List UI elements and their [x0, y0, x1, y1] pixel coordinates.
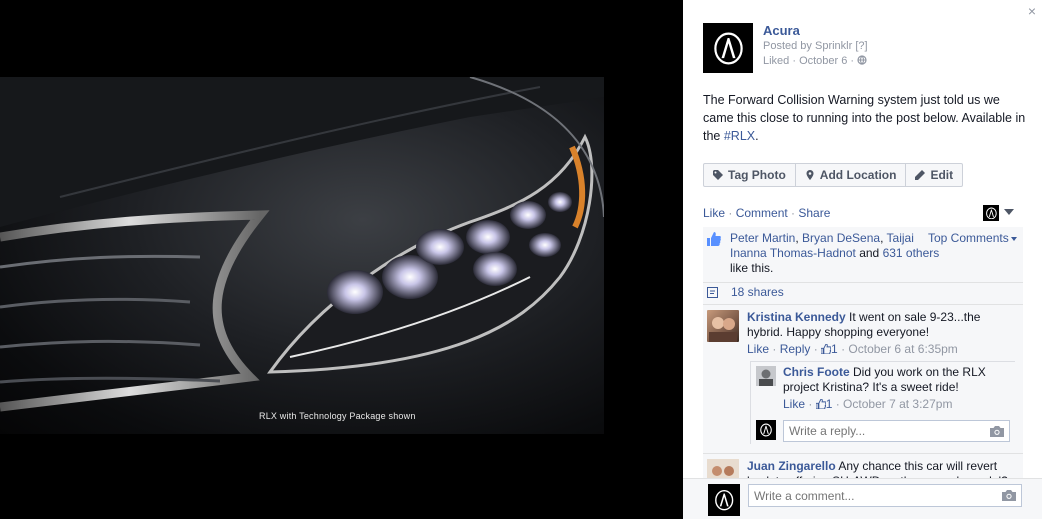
liked-date[interactable]: Liked · October 6 ·: [763, 55, 854, 67]
divider: [703, 453, 1023, 454]
comment-like-count[interactable]: 1: [820, 342, 838, 356]
pencil-icon: [915, 170, 926, 180]
reply-timestamp[interactable]: October 7 at 3:27pm: [843, 397, 952, 411]
acting-as-avatar[interactable]: [708, 484, 740, 516]
tag-photo-button[interactable]: Tag Photo: [704, 164, 796, 186]
tag-icon: [713, 170, 723, 180]
like-comment-share: Like · Comment · Share: [703, 206, 831, 220]
comment-input-box: [748, 484, 1022, 507]
reply-input[interactable]: [784, 421, 1009, 441]
thumbs-up-icon: [707, 232, 721, 246]
feedback-section: Peter Martin, Bryan DeSena, Taijai Inann…: [703, 227, 1023, 519]
add-location-button[interactable]: Add Location: [796, 164, 907, 186]
acura-logo-icon: [713, 32, 743, 64]
person-photo-icon: [709, 317, 737, 342]
reply-like-link[interactable]: Like: [783, 397, 805, 411]
reply-thread: Chris Foote Did you work on the RLX proj…: [750, 361, 1015, 444]
liker-link[interactable]: Peter Martin: [730, 231, 795, 245]
globe-icon[interactable]: [857, 55, 867, 65]
photo-image[interactable]: RLX with Technology Package shown: [0, 77, 604, 434]
comment-input[interactable]: [749, 485, 1021, 506]
close-icon[interactable]: ×: [1028, 3, 1036, 19]
reply-body: Chris Foote Did you work on the RLX proj…: [783, 365, 1008, 395]
page-name[interactable]: Acura: [763, 23, 800, 38]
acting-as-avatar[interactable]: [983, 205, 999, 221]
hashtag-link[interactable]: #RLX: [724, 129, 755, 143]
comment-like-link[interactable]: Like: [747, 342, 769, 356]
acura-logo-icon: [985, 207, 997, 219]
reply-actions: Like · 1 · October 7 at 3:27pm: [783, 397, 953, 411]
likers-sentence: Peter Martin, Bryan DeSena, Taijai Inann…: [730, 231, 940, 275]
comment-link[interactable]: Comment: [736, 206, 788, 220]
camera-icon[interactable]: [990, 426, 1004, 437]
comment-body: Kristina Kennedy It went on sale 9-23...…: [747, 310, 1007, 340]
thumbs-up-icon: [815, 398, 827, 410]
headlight-illustration: [0, 77, 604, 412]
acura-logo-icon: [714, 489, 734, 511]
others-link[interactable]: 631 others: [883, 246, 940, 260]
comment-reply-link[interactable]: Reply: [780, 342, 811, 356]
commenter-name[interactable]: Kristina Kennedy: [747, 310, 846, 324]
comment-actions: Like · Reply · 1 · October 6 at 6:35pm: [747, 342, 958, 356]
divider: [703, 304, 1023, 305]
like-link[interactable]: Like: [703, 206, 725, 220]
post-panel: × Acura Posted by Sprinklr [?] Liked · O…: [683, 0, 1042, 519]
posted-by: Posted by Sprinklr [?]: [763, 40, 868, 52]
commenter-avatar[interactable]: [707, 310, 739, 342]
post-message: The Forward Collision Warning system jus…: [703, 93, 1026, 143]
top-comments-dropdown[interactable]: Top Comments: [928, 231, 1017, 245]
chevron-down-icon[interactable]: [1004, 209, 1014, 215]
shares-icon: [707, 287, 718, 298]
reply-like-count[interactable]: 1: [815, 397, 832, 411]
share-link[interactable]: Share: [798, 206, 830, 220]
photo-stage: RLX with Technology Package shown: [0, 0, 683, 519]
acura-logo-icon: [760, 423, 772, 437]
photo-actions-bar: Tag Photo Add Location Edit: [703, 163, 964, 187]
chevron-down-icon: [1010, 236, 1017, 241]
post-meta: Liked · October 6 ·: [763, 55, 867, 67]
location-pin-icon: [806, 170, 814, 180]
replier-avatar[interactable]: [756, 366, 776, 386]
thumbs-up-icon: [820, 343, 832, 355]
page-avatar[interactable]: [703, 23, 753, 73]
comment-composer: [683, 478, 1042, 519]
shares-link[interactable]: 18 shares: [731, 285, 784, 299]
comment-timestamp[interactable]: October 6 at 6:35pm: [848, 342, 957, 356]
divider: [703, 282, 1023, 283]
acting-as-avatar[interactable]: [756, 420, 776, 440]
edit-button[interactable]: Edit: [906, 164, 962, 186]
reply-input-box: [783, 420, 1010, 442]
help-link[interactable]: [?]: [855, 40, 867, 52]
commenter-name[interactable]: Juan Zingarello: [747, 459, 836, 473]
posted-by-link[interactable]: Sprinklr: [815, 40, 852, 52]
person-photo-icon: [756, 366, 776, 386]
liker-link[interactable]: Bryan DeSena: [802, 231, 880, 245]
photo-caption: RLX with Technology Package shown: [259, 411, 416, 421]
replier-name[interactable]: Chris Foote: [783, 365, 850, 379]
camera-icon[interactable]: [1002, 490, 1016, 501]
